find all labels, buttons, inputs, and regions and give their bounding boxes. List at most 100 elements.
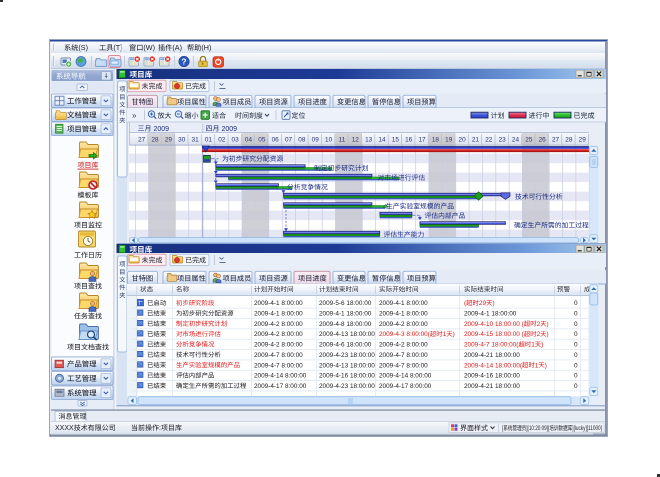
svg-text:2009-4-7 8:00:00: 2009-4-7 8:00:00 xyxy=(254,362,303,369)
svg-text:20: 20 xyxy=(459,137,467,144)
svg-text:2009-4-2 8:00:00: 2009-4-2 8:00:00 xyxy=(254,331,303,338)
svg-text:1: 1 xyxy=(531,342,535,349)
svg-text:04: 04 xyxy=(245,137,253,144)
svg-text:2009-4-2 8:00:00: 2009-4-2 8:00:00 xyxy=(254,321,303,328)
svg-text:2009-4-1 8:00:00: 2009-4-1 8:00:00 xyxy=(254,311,303,318)
svg-text:): ) xyxy=(547,321,549,328)
svg-text:): ) xyxy=(492,300,494,307)
svg-text:12: 12 xyxy=(352,137,360,144)
svg-text:21: 21 xyxy=(472,137,480,144)
svg-text:2009-4-8 18:00:00: 2009-4-8 18:00:00 xyxy=(319,321,372,328)
svg-text:2009-4-15 18:00:00 (: 2009-4-15 18:00:00 ( xyxy=(464,331,525,338)
svg-text:2009-4-1 8:00:00: 2009-4-1 8:00:00 xyxy=(379,311,428,318)
svg-text:2009-4-1 8:00:00: 2009-4-1 8:00:00 xyxy=(254,300,303,307)
svg-text:2009-4-14 8:00:00: 2009-4-14 8:00:00 xyxy=(379,373,432,380)
svg-text:2009-4-2 8:00:00: 2009-4-2 8:00:00 xyxy=(254,342,303,349)
svg-text:0: 0 xyxy=(574,373,578,380)
svg-text:2009-4-14 8:00:00: 2009-4-14 8:00:00 xyxy=(254,373,307,380)
svg-text:2009-4-1 18:00:00: 2009-4-1 18:00:00 xyxy=(319,311,372,318)
svg-text:][lucky][11000]: ][lucky][11000] xyxy=(572,426,602,433)
svg-text:2009-4-17 8:00:00: 2009-4-17 8:00:00 xyxy=(379,383,432,390)
svg-text:2009-4-3 8:00:00(: 2009-4-3 8:00:00( xyxy=(379,331,431,338)
svg-text:2009: 2009 xyxy=(152,126,170,133)
svg-text:28: 28 xyxy=(151,137,159,144)
svg-text:1: 1 xyxy=(443,331,447,338)
svg-text:2009-4-7 8:00:00: 2009-4-7 8:00:00 xyxy=(254,352,303,359)
svg-text:15: 15 xyxy=(392,137,400,144)
svg-text:0: 0 xyxy=(574,352,578,359)
svg-text:13: 13 xyxy=(365,137,373,144)
svg-text:30: 30 xyxy=(178,137,186,144)
svg-text:26: 26 xyxy=(539,137,547,144)
svg-text:19: 19 xyxy=(445,137,453,144)
svg-text:2009-4-10 18:00:00 (: 2009-4-10 18:00:00 ( xyxy=(464,321,525,328)
svg-text:0: 0 xyxy=(574,321,578,328)
svg-text:0: 0 xyxy=(574,383,578,390)
svg-text:): ) xyxy=(541,342,543,349)
svg-text:0: 0 xyxy=(574,300,578,307)
svg-text:1: 1 xyxy=(535,362,539,369)
svg-text:29: 29 xyxy=(579,137,587,144)
svg-text:2009-4-16 18:00:00: 2009-4-16 18:00:00 xyxy=(464,373,520,380)
svg-text:(W): (W) xyxy=(143,43,155,52)
svg-text:16: 16 xyxy=(405,137,413,144)
svg-text:29: 29 xyxy=(165,137,173,144)
svg-text:09: 09 xyxy=(312,137,320,144)
svg-text:2009-4-1 18:00:00: 2009-4-1 18:00:00 xyxy=(464,311,517,318)
svg-text:): ) xyxy=(545,362,547,369)
svg-text:29: 29 xyxy=(479,300,487,307)
svg-text:2009-4-23 18:00:00: 2009-4-23 18:00:00 xyxy=(319,383,375,390)
svg-text:(S): (S) xyxy=(78,43,88,52)
svg-text:2009-4-1 8:00:00: 2009-4-1 8:00:00 xyxy=(379,300,428,307)
svg-text:0: 0 xyxy=(574,362,578,369)
svg-text:03: 03 xyxy=(232,137,240,144)
svg-text:18: 18 xyxy=(432,137,440,144)
svg-text:0: 0 xyxy=(574,311,578,318)
svg-text:01: 01 xyxy=(205,137,213,144)
svg-text:?: ? xyxy=(181,57,186,67)
svg-text:][10:20:09][: ][10:20:09][ xyxy=(526,426,549,433)
svg-text:2009-4-13 18:00:00: 2009-4-13 18:00:00 xyxy=(319,331,375,338)
svg-text:2: 2 xyxy=(537,331,541,338)
svg-text:05: 05 xyxy=(258,137,266,144)
svg-text:2009-5-6 18:00:00: 2009-5-6 18:00:00 xyxy=(319,300,372,307)
svg-text::: : xyxy=(159,425,161,432)
svg-text:2009-4-2 8:00:00: 2009-4-2 8:00:00 xyxy=(379,342,428,349)
svg-text:17: 17 xyxy=(418,137,426,144)
svg-text:2009-4-7 8:00:00: 2009-4-7 8:00:00 xyxy=(379,362,428,369)
svg-text:(H): (H) xyxy=(201,43,211,52)
svg-text:07: 07 xyxy=(285,137,293,144)
svg-text:31: 31 xyxy=(192,137,200,144)
svg-text:2009-4-21 18:00:00: 2009-4-21 18:00:00 xyxy=(464,383,520,390)
svg-text:2009-4-16 18:00:00: 2009-4-16 18:00:00 xyxy=(319,373,375,380)
svg-text:2009-4-2 8:00:00: 2009-4-2 8:00:00 xyxy=(379,321,428,328)
svg-text:2009-4-13 18:00:00: 2009-4-13 18:00:00 xyxy=(319,362,375,369)
svg-text:06: 06 xyxy=(272,137,280,144)
svg-text:2009-4-6 18:00:00: 2009-4-6 18:00:00 xyxy=(319,342,372,349)
svg-text:27: 27 xyxy=(552,137,560,144)
svg-text:2: 2 xyxy=(537,321,541,328)
svg-text:): ) xyxy=(547,331,549,338)
svg-text:2009: 2009 xyxy=(220,126,238,133)
svg-text:08: 08 xyxy=(298,137,306,144)
svg-text:2009-4-23 18:00:00: 2009-4-23 18:00:00 xyxy=(319,352,375,359)
svg-text:23: 23 xyxy=(499,137,507,144)
svg-text:10: 10 xyxy=(325,137,333,144)
svg-text:2009-4-21 18:00:00: 2009-4-21 18:00:00 xyxy=(464,352,520,359)
svg-text:XXXX: XXXX xyxy=(55,425,74,432)
svg-text:(A): (A) xyxy=(172,43,182,52)
svg-text:02: 02 xyxy=(218,137,226,144)
svg-text:»: » xyxy=(132,111,137,120)
svg-text:25: 25 xyxy=(525,137,533,144)
svg-text:22: 22 xyxy=(485,137,493,144)
svg-text:0: 0 xyxy=(574,342,578,349)
svg-text:11: 11 xyxy=(338,137,346,144)
svg-text:2009-4-17 8:00:00: 2009-4-17 8:00:00 xyxy=(254,383,307,390)
svg-text:27: 27 xyxy=(138,137,146,144)
svg-text:2009-4-7 8:00:00: 2009-4-7 8:00:00 xyxy=(379,352,428,359)
svg-text:2009-4-7 18:00:00(: 2009-4-7 18:00:00( xyxy=(464,342,519,349)
svg-text:): ) xyxy=(453,331,455,338)
svg-text:0: 0 xyxy=(574,331,578,338)
svg-text:28: 28 xyxy=(565,137,573,144)
svg-text:14: 14 xyxy=(378,137,386,144)
